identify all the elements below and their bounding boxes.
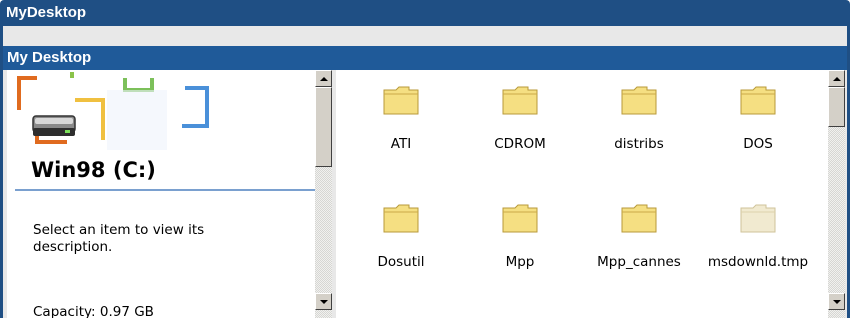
drive-capacity: Capacity: 0.97 GB [33, 304, 154, 318]
folder-icon [740, 204, 776, 233]
file-name: Mpp_cannes [597, 254, 681, 270]
file-item[interactable]: DOS [703, 70, 813, 170]
folder-icon [383, 204, 419, 233]
file-item[interactable]: msdownld.tmp [703, 188, 813, 288]
scroll-down-button[interactable] [315, 293, 332, 310]
folder-icon [740, 86, 776, 115]
drive-title: Win98 (C:) [31, 158, 156, 182]
arrow-down-icon [319, 299, 328, 304]
panel-title-bar: My Desktop [3, 46, 847, 70]
arrow-up-icon [319, 76, 328, 81]
arrow-up-icon [832, 76, 841, 81]
file-item[interactable]: distribs [584, 70, 694, 170]
scroll-up-button[interactable] [828, 70, 845, 87]
file-name: DOS [743, 136, 773, 152]
folder-icon [621, 204, 657, 233]
details-pane: Win98 (C:) Select an item to view its de… [7, 70, 315, 318]
scroll-down-button[interactable] [828, 293, 845, 310]
file-name: Mpp [505, 254, 535, 270]
folder-icon [502, 86, 538, 115]
file-item[interactable]: Mpp [465, 188, 575, 288]
scroll-thumb[interactable] [315, 87, 332, 167]
folder-icon [502, 204, 538, 233]
window-title-bar[interactable]: MyDesktop [0, 0, 850, 26]
file-item[interactable]: CDROM [465, 70, 575, 170]
details-scrollbar[interactable] [315, 70, 332, 318]
folder-icon [383, 86, 419, 115]
file-name: ATI [390, 136, 412, 152]
file-name: Dosutil [377, 254, 425, 270]
file-item[interactable]: Mpp_cannes [584, 188, 694, 288]
file-name: msdownld.tmp [707, 254, 809, 270]
file-item[interactable]: Dosutil [346, 188, 456, 288]
hard-drive-icon [32, 115, 76, 136]
file-list-scrollbar[interactable] [828, 70, 845, 318]
panel-title: My Desktop [7, 49, 92, 66]
folder-icon [621, 86, 657, 115]
scroll-thumb[interactable] [828, 87, 845, 127]
item-description: Select an item to view its description. [33, 222, 205, 255]
file-name: distribs [614, 136, 664, 152]
title-divider [15, 189, 315, 191]
file-name: CDROM [494, 136, 546, 152]
file-list-pane: ATI CDROM distribs DOS Dosutil Mpp Mpp_c… [336, 70, 828, 318]
arrow-down-icon [832, 299, 841, 304]
window-title: MyDesktop [6, 4, 87, 21]
scroll-up-button[interactable] [315, 70, 332, 87]
file-item[interactable]: ATI [346, 70, 456, 170]
